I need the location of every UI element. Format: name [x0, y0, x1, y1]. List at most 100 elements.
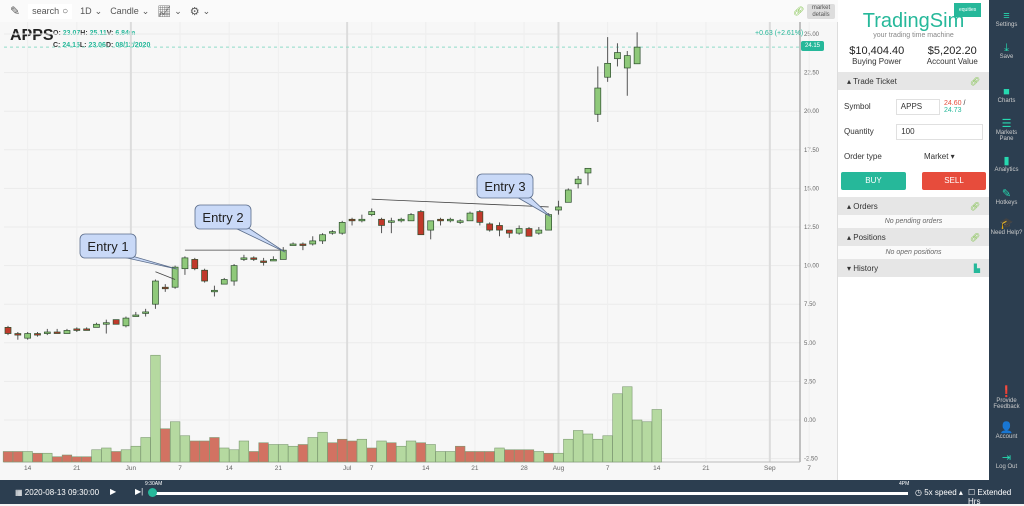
volume-bar: [42, 452, 53, 463]
link-icon[interactable]: 🔗︎: [970, 233, 980, 242]
volume-bar: [523, 449, 535, 463]
candle-body: [53, 331, 61, 334]
candle-body: [545, 214, 553, 231]
account-value-amount: $5,202.20: [927, 45, 977, 57]
nav-analytics[interactable]: ▮ Analytics: [989, 155, 1024, 173]
quantity-label: Quantity: [844, 127, 874, 136]
chart-area[interactable]: ✎ search ○ 1D ⌄ Candle ⌄ 📈︎ ⌄ ⚙ ⌄ 🔗︎ market d…: [0, 0, 838, 480]
link-icon[interactable]: 🔗︎: [970, 77, 980, 86]
nav-provide-feedback[interactable]: ❗ Provide Feedback: [989, 386, 1024, 410]
symbol-label: Symbol: [844, 102, 871, 111]
y-tick-label: 2.50: [804, 379, 816, 385]
link-icon[interactable]: 🔗︎: [970, 202, 980, 211]
nav-need-help[interactable]: 🎓 Need Help?: [989, 218, 1024, 236]
trade-ticket-header[interactable]: ▴ Trade Ticket 🔗︎: [838, 72, 989, 90]
hotkeys-icon: ✎: [1001, 188, 1012, 200]
playback-date[interactable]: ▦ 2020-08-13 09:30:00: [15, 488, 99, 497]
speed-dropdown[interactable]: ◷ 5x speed ▴: [915, 488, 963, 497]
indicators-dropdown[interactable]: 📈︎ ⌄: [157, 5, 182, 18]
volume-bar: [337, 438, 348, 463]
orders-header[interactable]: ▴ Orders 🔗︎: [838, 197, 989, 215]
quantity-row: Quantity 100: [838, 119, 989, 144]
volume-bar: [602, 435, 613, 463]
volume-bar: [356, 438, 367, 463]
candle-body: [447, 218, 454, 222]
gear-icon: ⚙: [189, 5, 200, 18]
candle-body: [623, 55, 631, 69]
volume-bar: [641, 421, 653, 463]
search-input[interactable]: search ○: [28, 3, 73, 19]
time-slider-handle[interactable]: [148, 488, 157, 497]
positions-header[interactable]: ▴ Positions 🔗︎: [838, 228, 989, 246]
order-buttons: BUY SELL: [838, 169, 989, 190]
volume-bar: [415, 442, 426, 463]
link-icon[interactable]: 🔗︎: [793, 6, 804, 17]
volume-bar: [582, 433, 594, 463]
x-tick-label: 21: [73, 465, 81, 472]
candle-body: [515, 228, 523, 234]
candle-body: [496, 225, 503, 231]
volume-bar: [2, 451, 14, 463]
checkbox-icon: ☐: [968, 488, 976, 497]
callout-pointer: [513, 195, 551, 217]
nav-hotkeys[interactable]: ✎ Hotkeys: [989, 188, 1024, 206]
candle-body: [260, 260, 267, 263]
candle-body: [505, 229, 513, 234]
volume-bar: [327, 442, 338, 463]
nav-save[interactable]: ⤓ Save: [989, 42, 1024, 60]
quantity-input[interactable]: 100: [896, 123, 983, 140]
price-chart[interactable]: 25.00 22.50 20.00 17.50 15.00 12.50 10.00 7.50 5…: [0, 22, 838, 480]
volume-bar: [612, 393, 623, 463]
x-tick-label: Sep: [764, 465, 776, 472]
nav-log-out[interactable]: ⇥ Log Out: [989, 452, 1024, 470]
buy-button[interactable]: BUY: [841, 172, 906, 190]
time-slider[interactable]: [153, 492, 908, 495]
settings-dropdown[interactable]: ⚙ ⌄: [190, 5, 210, 18]
history-chart-icon[interactable]: ▙: [974, 264, 980, 273]
interval-dropdown[interactable]: 1D ⌄: [80, 6, 102, 17]
nav-settings[interactable]: ≡ Settings: [989, 10, 1024, 28]
end-time-label: 4PM: [899, 481, 910, 487]
volume-bar: [317, 431, 328, 463]
chart-type-label: Candle: [110, 6, 139, 16]
x-tick-label: 28: [520, 465, 528, 472]
x-tick-label: 14: [24, 465, 32, 472]
step-forward-button[interactable]: ▶|: [135, 487, 143, 496]
chevron-down-icon: ⌄: [94, 5, 103, 16]
volume-bar: [71, 456, 82, 463]
candle-body: [152, 280, 159, 305]
symbol-input[interactable]: APPS: [895, 98, 940, 115]
candle-body: [43, 331, 51, 334]
nav-account[interactable]: 👤 Account: [989, 422, 1024, 440]
candle-body: [338, 222, 346, 234]
volume-bar: [32, 452, 43, 463]
order-type-select[interactable]: Market ▾: [924, 152, 955, 161]
candle-body: [555, 206, 562, 211]
chart-type-dropdown[interactable]: Candle ⌄: [110, 6, 149, 17]
settings-icon: ≡: [1003, 10, 1010, 22]
charts-icon: ■: [1003, 86, 1010, 98]
log-out-icon: ⇥: [1001, 452, 1012, 464]
y-tick-label: 5.00: [804, 341, 816, 347]
volume-bar: [219, 447, 230, 463]
candle-body: [191, 259, 199, 270]
extended-hours-toggle[interactable]: ☐ Extended Hrs: [968, 488, 1024, 506]
no-orders-text: No pending orders: [838, 215, 989, 228]
volume-bar: [278, 444, 289, 463]
volume-bar: [248, 451, 259, 463]
candle-body: [220, 279, 228, 285]
sell-button[interactable]: SELL: [922, 172, 986, 190]
nav-charts[interactable]: ■ Charts: [989, 86, 1024, 104]
x-tick-label: 21: [702, 465, 710, 472]
equities-badge[interactable]: equities: [954, 3, 982, 17]
order-type-value: Market: [924, 152, 949, 161]
candle-body: [614, 52, 621, 60]
x-tick-label: 7: [178, 465, 182, 472]
play-button[interactable]: ▶: [110, 487, 116, 496]
volume-bar: [543, 452, 554, 463]
pencil-icon[interactable]: ✎: [10, 4, 20, 18]
nav-markets-pane[interactable]: ☰ Markets Pane: [989, 118, 1024, 142]
y-tick-label: 12.50: [804, 225, 820, 231]
history-header[interactable]: ▾ History ▙: [838, 259, 989, 277]
market-details-button[interactable]: market details: [807, 4, 835, 19]
